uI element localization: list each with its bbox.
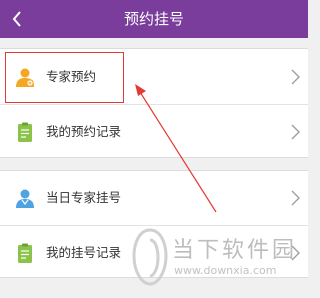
appointment-page: 预约挂号 专家预约 我的预约记录 当日专家挂号 我的挂号记录 当下软件园 www… (0, 0, 308, 298)
clipboard-icon (18, 243, 32, 263)
page-title: 预约挂号 (123, 10, 184, 28)
highlight-box (5, 52, 124, 103)
watermark-url: www.downxia.com (174, 264, 277, 277)
chevron-right-icon (291, 190, 300, 206)
watermark-logo-icon (132, 228, 168, 286)
watermark: 当下软件园 www.downxia.com (130, 228, 306, 292)
menu-item-my-appointments[interactable]: 我的预约记录 (0, 105, 308, 159)
clipboard-icon (18, 122, 32, 142)
menu-item-label: 我的预约记录 (46, 124, 122, 139)
menu-item-label: 当日专家挂号 (46, 190, 122, 205)
menu-item-label: 我的挂号记录 (46, 245, 122, 260)
chevron-right-icon (291, 124, 300, 140)
doctor-icon (16, 189, 34, 208)
chevron-right-icon (291, 69, 300, 85)
menu-item-same-day-expert[interactable]: 当日专家挂号 (0, 171, 308, 225)
header-bar: 预约挂号 (0, 0, 308, 38)
watermark-brand: 当下软件园 (172, 238, 298, 263)
